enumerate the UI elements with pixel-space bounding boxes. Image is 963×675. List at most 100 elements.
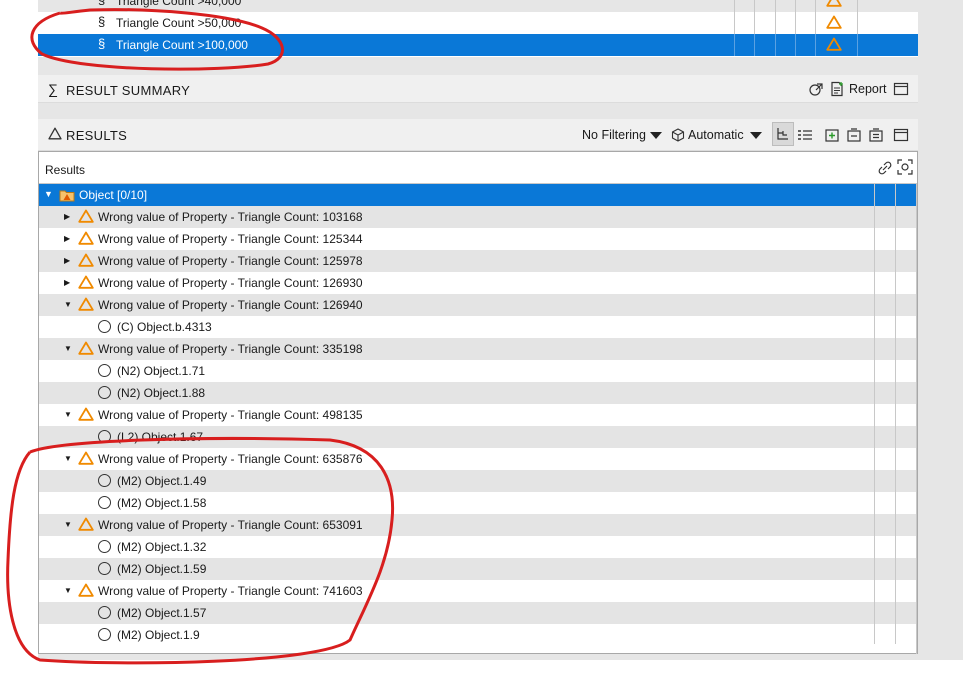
section-symbol: § — [98, 36, 106, 51]
object-row[interactable]: (L2) Object.1.67 — [39, 426, 917, 448]
circle-outline-icon — [98, 430, 111, 443]
expand-all-icon[interactable] — [868, 127, 884, 143]
issue-row[interactable]: ▶ Wrong value of Property - Triangle Coun… — [39, 206, 917, 228]
list-icon[interactable] — [797, 127, 813, 143]
expand-arrow-icon[interactable]: ▼ — [64, 520, 72, 529]
report-label[interactable]: Report — [849, 82, 887, 96]
object-label: (M2) Object.1.49 — [117, 474, 207, 488]
result-summary-title: RESULT SUMMARY — [66, 83, 191, 98]
warning-triangle-icon — [826, 15, 842, 29]
object-label: (M2) Object.1.32 — [117, 540, 207, 554]
issue-label: Wrong value of Property - Triangle Count… — [98, 518, 363, 532]
section-symbol: § — [98, 14, 106, 29]
collapse-arrow-icon[interactable]: ▶ — [64, 212, 70, 221]
mode-dropdown-label[interactable]: Automatic — [688, 128, 744, 142]
object-row[interactable]: (M2) Object.1.57 — [39, 602, 917, 624]
report-icon[interactable] — [829, 81, 845, 97]
issue-label: Wrong value of Property - Triangle Count… — [98, 584, 363, 598]
collapse-arrow-icon[interactable]: ▶ — [64, 256, 70, 265]
filter-dropdown-label[interactable]: No Filtering — [582, 128, 646, 142]
triangle-outline-icon — [48, 127, 62, 140]
tree-root-row[interactable]: ▼ Object [0/10] — [39, 184, 917, 206]
expand-arrow-icon[interactable]: ▼ — [64, 300, 72, 309]
chevron-down-icon[interactable] — [748, 127, 764, 143]
export-icon[interactable] — [808, 81, 824, 97]
bottom-border — [38, 654, 918, 660]
results-title: RESULTS — [66, 128, 128, 143]
collapse-all-icon[interactable] — [846, 127, 862, 143]
issue-row[interactable]: ▼ Wrong value of Property - Triangle Coun… — [39, 514, 917, 536]
warning-triangle-icon — [78, 275, 94, 289]
object-row[interactable]: (M2) Object.1.32 — [39, 536, 917, 558]
left-gutter — [0, 0, 38, 675]
results-tree: Results ▼ Object [0/10] ▶ Wrong value of Pr… — [38, 151, 918, 654]
issue-row[interactable]: ▼ Wrong value of Property - Triangle Coun… — [39, 294, 917, 316]
expand-arrow-icon[interactable]: ▼ — [64, 344, 72, 353]
warning-triangle-icon — [826, 37, 842, 51]
add-group-icon[interactable] — [824, 127, 840, 143]
object-row[interactable]: (N2) Object.1.71 — [39, 360, 917, 382]
right-gutter — [918, 0, 963, 660]
circle-outline-icon — [98, 540, 111, 553]
object-label: (C) Object.b.4313 — [117, 320, 212, 334]
issue-row[interactable]: ▼ Wrong value of Property - Triangle Coun… — [39, 404, 917, 426]
issue-row[interactable]: ▼ Wrong value of Property - Triangle Coun… — [39, 338, 917, 360]
warning-triangle-icon — [78, 231, 94, 245]
issue-label: Wrong value of Property - Triangle Count… — [98, 298, 363, 312]
circle-outline-icon — [98, 496, 111, 509]
warning-triangle-icon — [78, 341, 94, 355]
object-row[interactable]: (M2) Object.1.58 — [39, 492, 917, 514]
issue-label: Wrong value of Property - Triangle Count… — [98, 452, 363, 466]
object-label: (M2) Object.1.57 — [117, 606, 207, 620]
warning-triangle-icon — [78, 517, 94, 531]
chevron-down-icon[interactable] — [648, 127, 664, 143]
object-row[interactable]: (N2) Object.1.88 — [39, 382, 917, 404]
link-icon[interactable] — [877, 160, 893, 176]
issue-row[interactable]: ▼ Wrong value of Property - Triangle Coun… — [39, 580, 917, 602]
section-symbol: § — [98, 0, 105, 7]
maximize-icon[interactable] — [893, 81, 909, 97]
hierarchy-icon — [777, 128, 788, 140]
issue-row[interactable]: ▼ Wrong value of Property - Triangle Coun… — [39, 448, 917, 470]
expand-arrow-icon[interactable]: ▼ — [44, 189, 53, 199]
issue-label: Wrong value of Property - Triangle Count… — [98, 342, 363, 356]
collapse-arrow-icon[interactable]: ▶ — [64, 234, 70, 243]
object-row[interactable]: (M2) Object.1.59 — [39, 558, 917, 580]
warning-triangle-icon — [78, 407, 94, 421]
sigma-icon: ∑ — [48, 81, 58, 97]
object-row[interactable]: (C) Object.b.4313 — [39, 316, 917, 338]
check-row[interactable]: § Triangle Count >40,000 — [38, 0, 918, 12]
circle-outline-icon — [98, 628, 111, 641]
object-label: (N2) Object.1.71 — [117, 364, 206, 378]
check-row[interactable]: § Triangle Count >50,000 — [38, 12, 918, 34]
issue-row[interactable]: ▶ Wrong value of Property - Triangle Coun… — [39, 272, 917, 294]
circle-outline-icon — [98, 364, 111, 377]
zoom-to-object-icon[interactable] — [897, 159, 913, 175]
check-row-selected[interactable]: § Triangle Count >100,000 — [38, 34, 918, 56]
circle-outline-icon — [98, 562, 111, 575]
object-row[interactable]: (M2) Object.1.9 — [39, 624, 917, 646]
collapse-arrow-icon[interactable]: ▶ — [64, 278, 70, 287]
circle-outline-icon — [98, 386, 111, 399]
issue-label: Wrong value of Property - Triangle Count… — [98, 408, 363, 422]
issue-row[interactable]: ▶ Wrong value of Property - Triangle Coun… — [39, 228, 917, 250]
result-summary-bar[interactable]: ∑ RESULT SUMMARY Report — [38, 75, 918, 103]
warning-triangle-icon — [78, 583, 94, 597]
maximize-icon[interactable] — [893, 127, 909, 143]
expand-arrow-icon[interactable]: ▼ — [64, 454, 72, 463]
circle-outline-icon — [98, 606, 111, 619]
expand-arrow-icon[interactable]: ▼ — [64, 586, 72, 595]
hierarchy-toggle[interactable] — [772, 122, 794, 146]
object-row[interactable]: (M2) Object.1.49 — [39, 470, 917, 492]
object-label: (M2) Object.1.9 — [117, 628, 200, 642]
warning-triangle-icon — [78, 451, 94, 465]
issue-row[interactable]: ▶ Wrong value of Property - Triangle Coun… — [39, 250, 917, 272]
issue-label: Wrong value of Property - Triangle Count… — [98, 276, 363, 290]
expand-arrow-icon[interactable]: ▼ — [64, 410, 72, 419]
results-column-header: Results — [45, 163, 86, 177]
circle-outline-icon — [98, 320, 111, 333]
separator — [38, 57, 918, 75]
issue-label: Wrong value of Property - Triangle Count… — [98, 210, 363, 224]
warning-triangle-icon — [826, 0, 842, 7]
check-label: Triangle Count >40,000 — [116, 0, 242, 8]
